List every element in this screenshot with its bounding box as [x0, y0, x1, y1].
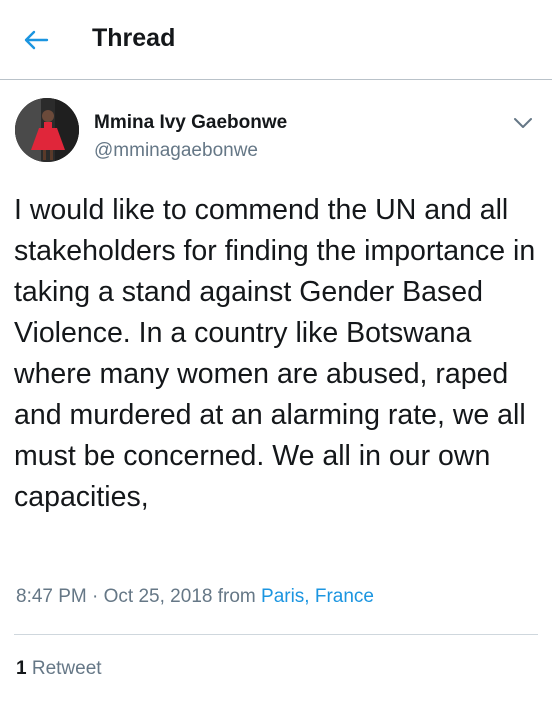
author-handle[interactable]: @mminagaebonwe	[94, 140, 258, 162]
divider	[14, 634, 538, 635]
meta-separator: ·	[92, 586, 99, 607]
tweet-text: I would like to commend the UN and all s…	[14, 194, 536, 513]
retweet-stats[interactable]: 1 Retweet	[16, 658, 102, 680]
tweet-menu-button[interactable]	[508, 110, 538, 136]
avatar-photo	[15, 98, 79, 162]
chevron-down-icon	[514, 118, 532, 128]
tweet-time[interactable]: 8:47 PM	[16, 586, 87, 607]
avatar[interactable]	[15, 98, 79, 162]
from-label: from	[217, 586, 256, 607]
retweet-count: 1	[16, 658, 27, 679]
author-name[interactable]: Mmina Ivy Gaebonwe	[94, 112, 287, 134]
back-button[interactable]	[14, 22, 58, 58]
tweet-metadata: 8:47 PM · Oct 25, 2018 from Paris, Franc…	[16, 586, 374, 608]
tweet-location-link[interactable]: Paris, France	[261, 586, 374, 607]
top-bar: Thread	[0, 0, 552, 80]
tweet-date[interactable]: Oct 25, 2018	[104, 586, 213, 607]
arrow-left-icon	[24, 30, 49, 50]
page-title: Thread	[92, 24, 176, 52]
retweet-label: Retweet	[31, 658, 102, 679]
